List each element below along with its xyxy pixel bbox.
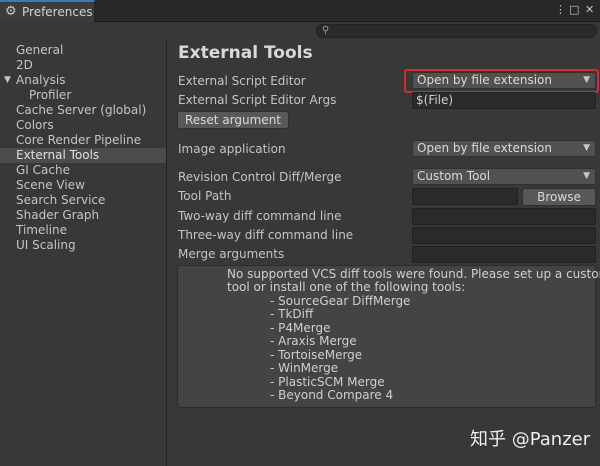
revision-control-label: Revision Control Diff/Merge — [178, 170, 342, 184]
sidebar-item-analysis[interactable]: ▼ Analysis — [0, 73, 166, 88]
sidebar-item-timeline[interactable]: Timeline — [0, 223, 166, 238]
chevron-down-icon: ▼ — [583, 171, 590, 181]
external-script-editor-args-field[interactable]: $(File) — [412, 92, 596, 109]
search-bar: ⚲ — [0, 22, 600, 39]
help-line: - Araxis Merge — [270, 334, 357, 348]
tab-title: Preferences — [22, 5, 93, 19]
sidebar-item-search-service[interactable]: Search Service — [0, 193, 166, 208]
gear-icon: ⚙ — [5, 4, 17, 19]
dropdown-value: Custom Tool — [417, 169, 491, 183]
browse-button[interactable]: Browse — [522, 188, 596, 206]
tool-path-label: Tool Path — [178, 189, 232, 203]
merge-arguments-label: Merge arguments — [178, 247, 285, 261]
sidebar-item-gi-cache[interactable]: GI Cache — [0, 163, 166, 178]
settings-panel: External Tools External Script Editor Op… — [168, 40, 600, 466]
external-script-editor-args-label: External Script Editor Args — [178, 93, 337, 107]
sidebar-item-external-tools[interactable]: External Tools — [0, 148, 166, 163]
help-line: - Beyond Compare 4 — [270, 388, 394, 402]
chevron-down-icon: ▼ — [583, 75, 590, 85]
sidebar-item-scene-view[interactable]: Scene View — [0, 178, 166, 193]
two-way-diff-field[interactable] — [412, 208, 596, 225]
chevron-down-icon: ▼ — [583, 143, 590, 153]
external-script-editor-label: External Script Editor — [178, 74, 306, 88]
help-line: - WinMerge — [270, 361, 339, 375]
sidebar-item-2d[interactable]: 2D — [0, 58, 166, 73]
search-icon: ⚲ — [322, 25, 330, 36]
sidebar: General 2D ▼ Analysis Profiler Cache Ser… — [0, 40, 167, 466]
image-application-dropdown[interactable]: Open by file extension ▼ — [412, 140, 596, 157]
page-title: External Tools — [178, 43, 313, 63]
two-way-diff-label: Two-way diff command line — [178, 209, 342, 223]
sidebar-item-ui-scaling[interactable]: UI Scaling — [0, 238, 166, 253]
reset-argument-button[interactable]: Reset argument — [177, 111, 289, 129]
close-icon[interactable]: ✕ — [585, 3, 594, 17]
sidebar-item-profiler[interactable]: Profiler — [0, 88, 166, 103]
dropdown-value: Open by file extension — [417, 73, 552, 87]
three-way-diff-label: Three-way diff command line — [178, 228, 354, 242]
help-line: tool or install one of the following too… — [227, 280, 466, 294]
image-application-label: Image application — [178, 142, 286, 156]
merge-arguments-field[interactable] — [412, 246, 596, 263]
sidebar-item-core-render-pipeline[interactable]: Core Render Pipeline — [0, 133, 166, 148]
tool-path-field[interactable] — [412, 188, 518, 205]
sidebar-item-label: Analysis — [16, 73, 66, 87]
sidebar-item-colors[interactable]: Colors — [0, 118, 166, 133]
sidebar-item-cache-server[interactable]: Cache Server (global) — [0, 103, 166, 118]
maximize-icon[interactable]: □ — [569, 3, 579, 17]
title-bar: ⚙ Preferences ⋮ □ ✕ — [0, 0, 600, 22]
sidebar-item-general[interactable]: General — [0, 43, 166, 58]
revision-control-dropdown[interactable]: Custom Tool ▼ — [412, 168, 596, 185]
help-line: - TkDiff — [270, 307, 314, 321]
dropdown-value: Open by file extension — [417, 141, 552, 155]
sidebar-item-shader-graph[interactable]: Shader Graph — [0, 208, 166, 223]
watermark: 知乎 @Panzer — [470, 429, 591, 450]
help-box: No supported VCS diff tools were found. … — [177, 265, 600, 408]
expand-arrow-icon[interactable]: ▼ — [4, 73, 11, 88]
more-options-icon[interactable]: ⋮ — [555, 3, 566, 17]
external-script-editor-dropdown[interactable]: Open by file extension ▼ — [412, 72, 596, 89]
preferences-tab[interactable]: ⚙ Preferences — [0, 0, 95, 22]
search-input[interactable]: ⚲ — [316, 24, 597, 38]
three-way-diff-field[interactable] — [412, 227, 596, 244]
